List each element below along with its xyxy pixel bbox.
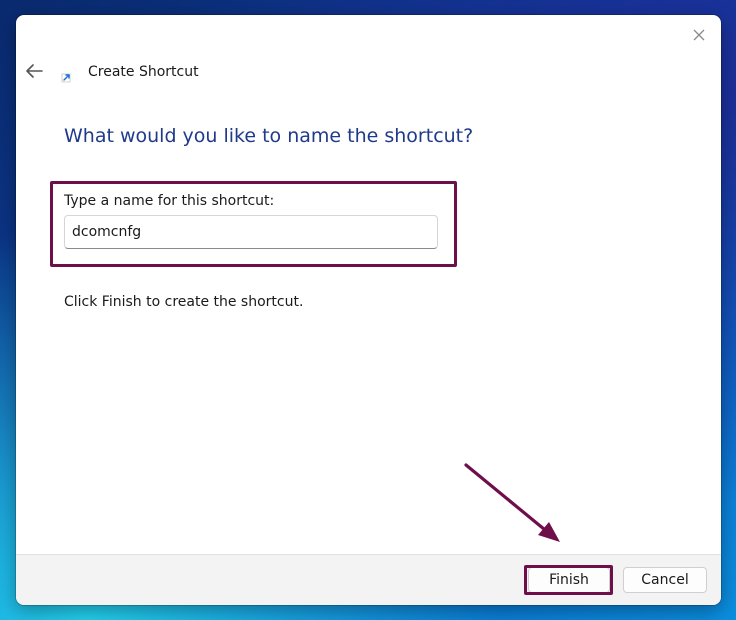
back-button[interactable] [22, 59, 46, 83]
shortcut-arrow-icon [61, 73, 71, 83]
dialog-footer: Finish Cancel [16, 554, 721, 605]
shortcut-name-input[interactable] [64, 215, 438, 249]
cancel-button[interactable]: Cancel [623, 567, 707, 593]
close-icon [693, 29, 705, 41]
finish-instruction-text: Click Finish to create the shortcut. [64, 294, 304, 310]
window-title: Create Shortcut [88, 64, 199, 80]
close-button[interactable] [687, 23, 711, 47]
shortcut-name-label: Type a name for this shortcut: [64, 193, 275, 209]
arrow-left-icon [26, 64, 43, 78]
create-shortcut-dialog: Create Shortcut What would you like to n… [16, 15, 721, 605]
finish-button[interactable]: Finish [528, 567, 610, 593]
page-heading: What would you like to name the shortcut… [64, 125, 474, 147]
